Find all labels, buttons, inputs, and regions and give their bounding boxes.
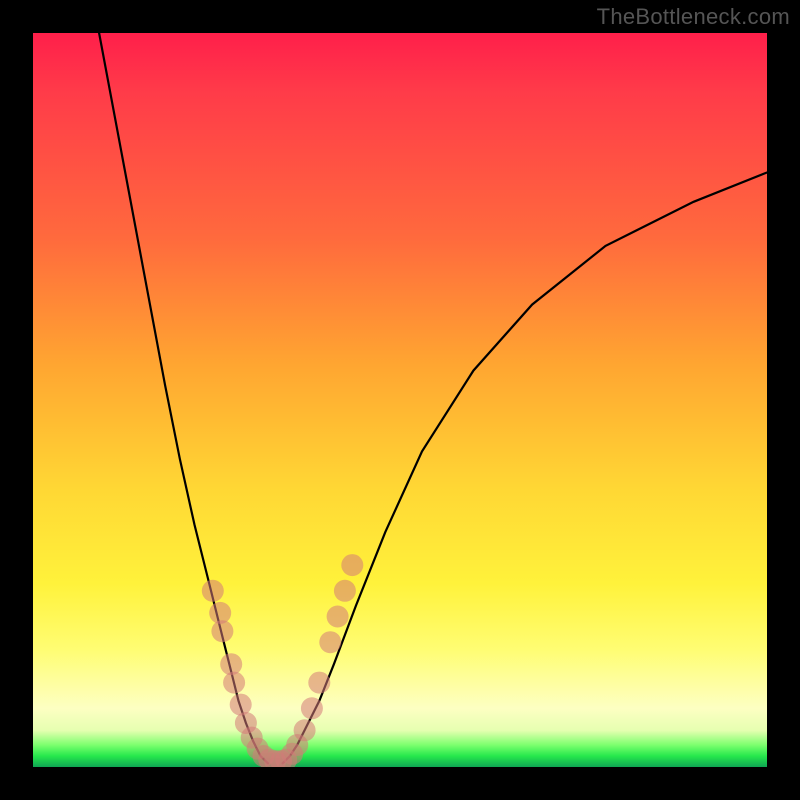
scatter-dot <box>223 672 245 694</box>
scatter-dot <box>301 697 323 719</box>
chart-frame: TheBottleneck.com <box>0 0 800 800</box>
scatter-dot <box>327 606 349 628</box>
scatter-dot <box>319 631 341 653</box>
scatter-dot <box>202 580 224 602</box>
watermark-text: TheBottleneck.com <box>597 4 790 30</box>
scatter-dot <box>220 653 242 675</box>
scatter-dot <box>341 554 363 576</box>
scatter-dot <box>334 580 356 602</box>
curve-layer <box>33 33 767 767</box>
scatter-dots <box>202 554 363 767</box>
scatter-dot <box>211 620 233 642</box>
right-curve <box>283 173 767 764</box>
plot-area <box>33 33 767 767</box>
scatter-dot <box>308 672 330 694</box>
scatter-dot <box>294 719 316 741</box>
left-curve <box>99 33 268 763</box>
